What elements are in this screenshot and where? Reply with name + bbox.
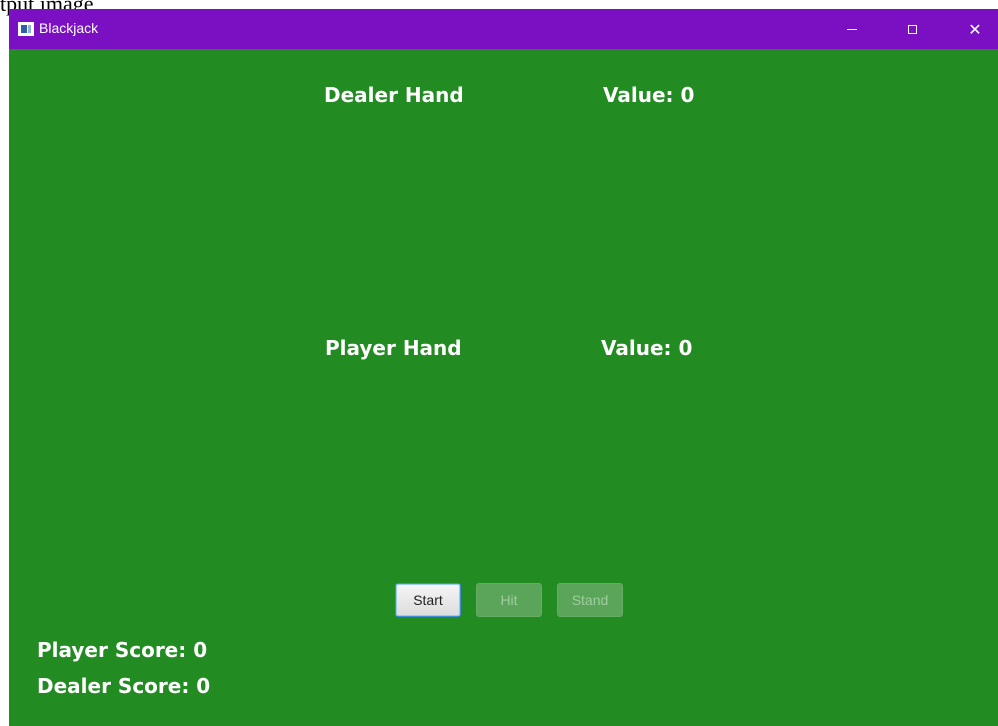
dealer-hand-value: Value: 0 [603,83,695,107]
close-button[interactable]: ✕ [952,9,998,49]
minimize-icon [847,28,857,30]
dealer-score: Dealer Score: 0 [37,674,211,698]
player-hand-title: Player Hand [325,336,462,360]
player-score: Player Score: 0 [37,638,208,662]
stand-button[interactable]: Stand [557,583,623,617]
hit-button[interactable]: Hit [476,583,542,617]
dealer-hand-title: Dealer Hand [324,83,464,107]
player-hand-value: Value: 0 [601,336,693,360]
minimize-button[interactable] [829,9,875,49]
maximize-icon [907,24,917,34]
close-icon: ✕ [968,19,982,39]
window-title: Blackjack [39,20,99,36]
title-bar[interactable]: Blackjack ✕ [9,9,998,49]
blackjack-window: Blackjack ✕ Dealer Hand Value: 0 Player … [9,9,998,726]
start-button[interactable]: Start [395,583,461,617]
app-window-icon [18,22,34,36]
maximize-button[interactable] [889,9,935,49]
